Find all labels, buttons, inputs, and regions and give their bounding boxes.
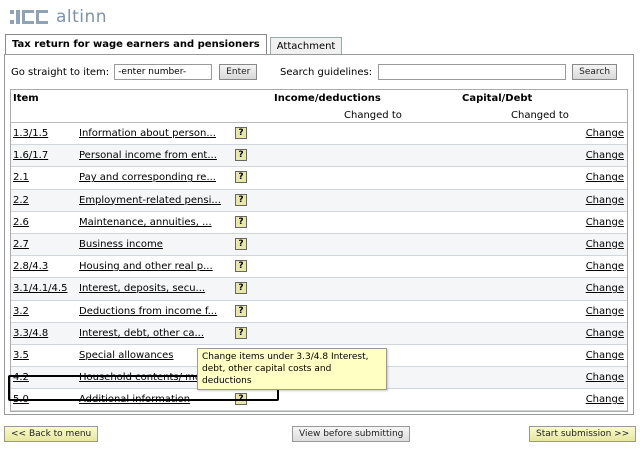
goto-label: Go straight to item: — [11, 66, 110, 78]
item-description-link[interactable]: Pay and corresponding re... — [79, 172, 216, 183]
table-row: 2.7 Business income? Change — [11, 233, 627, 257]
help-icon[interactable]: ? — [235, 127, 247, 139]
item-code-link[interactable]: 3.5 — [13, 350, 29, 361]
change-link[interactable]: Change — [586, 217, 624, 228]
search-guidelines-bar: Search guidelines: Search — [280, 64, 618, 80]
table-row: 1.6/1.7 Personal income from ent...? Chang… — [11, 145, 627, 168]
table-row: 3.1/4.1/4.5 Interest, deposits, secu...? C… — [11, 278, 627, 301]
item-description-link[interactable]: Personal income from ent... — [79, 150, 217, 161]
change-link[interactable]: Change — [586, 172, 624, 183]
tab-tax-return[interactable]: Tax return for wage earners and pensione… — [5, 34, 267, 55]
item-code-link[interactable]: 2.8/4.3 — [13, 261, 48, 272]
help-icon[interactable]: ? — [235, 149, 247, 162]
help-icon[interactable]: ? — [235, 326, 247, 339]
change-link[interactable]: Change — [586, 350, 624, 361]
item-description-link[interactable]: Maintenance, annuities, ... — [79, 217, 212, 228]
item-code-link[interactable]: 3.3/4.8 — [13, 328, 48, 339]
table-header: Item Income/deductions Capital/Debt — [11, 90, 627, 109]
item-description-link[interactable]: Interest, deposits, secu... — [79, 283, 205, 294]
search-label: Search guidelines: — [280, 66, 373, 78]
help-icon[interactable]: ? — [235, 260, 247, 273]
table-row: 2.2 Employment-related pensi...? Change — [11, 189, 627, 212]
capital-changed-to-header: Changed to — [511, 110, 569, 121]
help-icon[interactable]: ? — [235, 215, 247, 228]
income-changed-to-header: Changed to — [344, 110, 402, 121]
change-link[interactable]: Change — [586, 283, 624, 294]
brand-name: altinn — [56, 7, 108, 27]
altinn-logo-icon — [10, 10, 48, 24]
table-row: 2.1 Pay and corresponding re...? Change — [11, 167, 627, 190]
view-button-wrap: View before submitting — [292, 426, 411, 442]
table-row: 3.2 Deductions from income f...? Change — [11, 300, 627, 323]
table-row: 1.3/1.5 Information about person...? Chang… — [11, 123, 627, 146]
change-link[interactable]: Change — [586, 128, 624, 139]
item-description-link[interactable]: Interest, debt, other ca... — [79, 328, 204, 339]
help-icon[interactable]: ? — [235, 171, 247, 184]
table-row: 2.6 Maintenance, annuities, ...? Change — [11, 211, 627, 234]
view-before-submitting-button[interactable]: View before submitting — [292, 426, 411, 442]
table-subheader: Changed to Changed to — [11, 109, 627, 123]
back-to-menu-button[interactable]: << Back to menu — [4, 426, 99, 442]
col-item-header: Item — [13, 93, 39, 104]
change-link[interactable]: Change — [586, 328, 624, 339]
help-icon[interactable]: ? — [235, 193, 247, 206]
goto-item-bar: Go straight to item: Enter — [11, 64, 258, 80]
table-row: 2.8/4.3 Housing and other real p...? Chang… — [11, 256, 627, 279]
start-button-wrap: Start submission >> — [529, 426, 637, 442]
search-button[interactable]: Search — [572, 64, 618, 80]
change-link[interactable]: Change — [586, 150, 624, 161]
tab-attachment[interactable]: Attachment — [269, 37, 343, 55]
item-code-link[interactable]: 2.6 — [13, 217, 29, 228]
item-code-link[interactable]: 2.1 — [13, 172, 29, 183]
item-code-link[interactable]: 1.6/1.7 — [13, 150, 48, 161]
altinn-logo: altinn — [10, 6, 107, 28]
col-capital-header: Capital/Debt — [462, 93, 533, 104]
item-description-link[interactable]: Housing and other real p... — [79, 261, 213, 272]
item-code-link[interactable]: 1.3/1.5 — [13, 128, 48, 139]
help-icon[interactable]: ? — [235, 237, 247, 250]
change-tooltip: Change items under 3.3/4.8 Interest, deb… — [197, 348, 387, 390]
item-description-link[interactable]: Employment-related pensi... — [79, 195, 221, 206]
change-link[interactable]: Change — [586, 394, 624, 405]
table-row: 3.3/4.8 Interest, debt, other ca...? Chang… — [11, 322, 627, 345]
item-code-link[interactable]: 2.2 — [13, 195, 29, 206]
item-description-link[interactable]: Deductions from income f... — [79, 306, 217, 317]
back-button-wrap: << Back to menu — [4, 426, 99, 442]
change-link[interactable]: Change — [586, 195, 624, 206]
enter-button[interactable]: Enter — [219, 64, 258, 80]
help-icon[interactable]: ? — [235, 282, 247, 295]
item-number-input[interactable] — [114, 64, 213, 80]
change-link[interactable]: Change — [586, 261, 624, 272]
item-code-link[interactable]: 3.1/4.1/4.5 — [13, 283, 67, 294]
change-link[interactable]: Change — [586, 306, 624, 317]
change-link[interactable]: Change — [586, 239, 624, 250]
start-submission-button[interactable]: Start submission >> — [529, 426, 637, 442]
search-input[interactable] — [378, 64, 567, 80]
item-description-link[interactable]: Information about person... — [79, 128, 216, 139]
tab-bar: Tax return for wage earners and pensione… — [5, 34, 345, 55]
item-code-link[interactable]: 2.7 — [13, 239, 29, 250]
col-income-header: Income/deductions — [274, 93, 381, 104]
item-code-link[interactable]: 3.2 — [13, 306, 29, 317]
item-description-link[interactable]: Business income — [79, 239, 163, 250]
change-link[interactable]: Change — [586, 372, 624, 383]
item-description-link[interactable]: Special allowances — [79, 350, 174, 361]
help-icon[interactable]: ? — [235, 304, 247, 317]
